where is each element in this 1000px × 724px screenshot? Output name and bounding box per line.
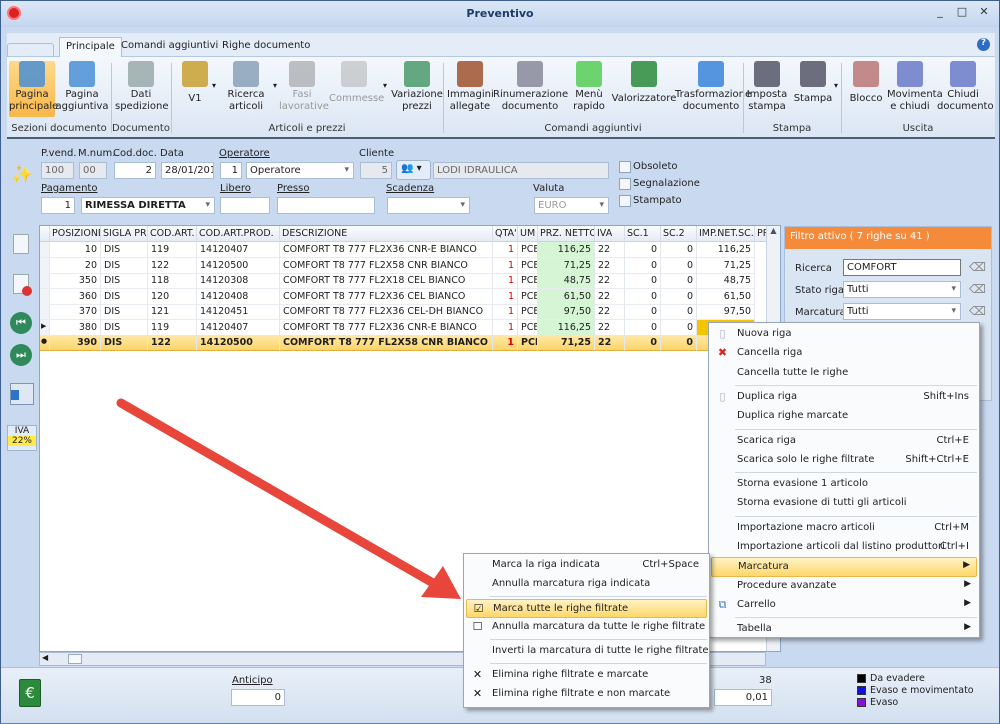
arrow-shaft: [116, 398, 438, 588]
annotation-arrow: [116, 398, 461, 599]
window: Preventivo _ □ ✕ Principale Comandi aggi…: [0, 0, 1000, 723]
